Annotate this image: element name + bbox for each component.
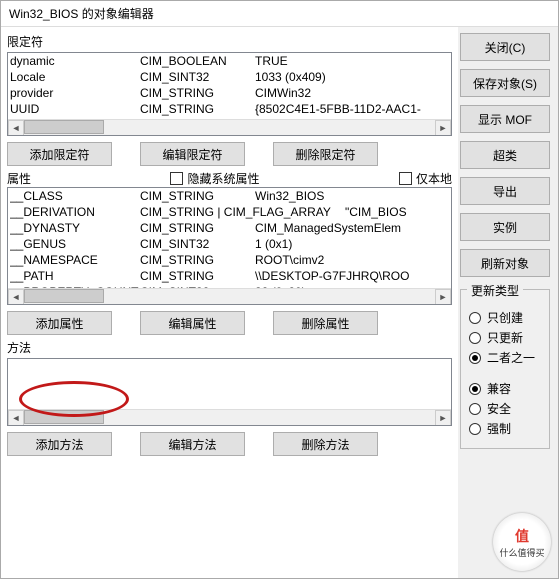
hide-system-label: 隐藏系统属性 [187,170,259,187]
properties-label: 属性 [7,170,31,187]
hide-system-checkbox[interactable] [170,172,183,185]
table-row[interactable]: __PATHCIM_STRING\\DESKTOP-G7FJHRQ\ROO [8,268,451,284]
scroll-left-icon[interactable]: ◄ [8,410,24,426]
table-row[interactable]: __DERIVATIONCIM_STRING | CIM_FLAG_ARRAY"… [8,204,451,220]
add-qualifier-button[interactable]: 添加限定符 [7,142,112,166]
table-row[interactable]: __NAMESPACECIM_STRINGROOT\cimv2 [8,252,451,268]
instance-button[interactable]: 实例 [460,213,550,241]
table-row[interactable]: LocaleCIM_SINT321033 (0x409) [8,69,451,85]
delete-qualifier-button[interactable]: 删除限定符 [273,142,378,166]
object-editor-window: Win32_BIOS 的对象编辑器 限定符 dynamicCIM_BOOLEAN… [0,0,559,579]
scroll-left-icon[interactable]: ◄ [8,120,24,136]
table-row[interactable]: __CLASSCIM_STRINGWin32_BIOS [8,188,451,204]
window-title: Win32_BIOS 的对象编辑器 [1,1,558,26]
methods-label: 方法 [7,339,452,356]
add-property-button[interactable]: 添加属性 [7,311,112,335]
qualifiers-label: 限定符 [7,33,452,50]
export-button[interactable]: 导出 [460,177,550,205]
edit-method-button[interactable]: 编辑方法 [140,432,245,456]
scroll-left-icon[interactable]: ◄ [8,289,24,305]
refresh-object-button[interactable]: 刷新对象 [460,249,550,277]
local-only-checkbox[interactable] [399,172,412,185]
scroll-right-icon[interactable]: ► [435,410,451,426]
methods-list[interactable]: ◄ ► [7,358,452,426]
edit-property-button[interactable]: 编辑属性 [140,311,245,335]
radio-create-only[interactable]: 只创建 [469,309,541,326]
methods-hscroll[interactable]: ◄ ► [8,409,451,425]
side-panel: 关闭(C) 保存对象(S) 显示 MOF 超类 导出 实例 刷新对象 更新类型 … [458,27,558,578]
qualifiers-list[interactable]: dynamicCIM_BOOLEANTRUE LocaleCIM_SINT321… [7,52,452,136]
edit-qualifier-button[interactable]: 编辑限定符 [140,142,245,166]
table-row[interactable]: providerCIM_STRINGCIMWin32 [8,85,451,101]
table-row[interactable]: dynamicCIM_BOOLEANTRUE [8,53,451,69]
close-button[interactable]: 关闭(C) [460,33,550,61]
main-panel: 限定符 dynamicCIM_BOOLEANTRUE LocaleCIM_SIN… [1,27,458,578]
add-method-button[interactable]: 添加方法 [7,432,112,456]
radio-either[interactable]: 二者之一 [469,349,541,366]
show-mof-button[interactable]: 显示 MOF [460,105,550,133]
superclass-button[interactable]: 超类 [460,141,550,169]
qualifiers-hscroll[interactable]: ◄ ► [8,119,451,135]
properties-header: 属性 隐藏系统属性 仅本地 [7,170,452,187]
scroll-right-icon[interactable]: ► [435,120,451,136]
table-row[interactable]: UUIDCIM_STRING{8502C4E1-5FBB-11D2-AAC1- [8,101,451,117]
update-type-group: 更新类型 只创建 只更新 二者之一 兼容 安全 强制 [460,289,550,449]
table-row[interactable]: __GENUSCIM_SINT321 (0x1) [8,236,451,252]
radio-update-only[interactable]: 只更新 [469,329,541,346]
delete-property-button[interactable]: 删除属性 [273,311,378,335]
window-body: 限定符 dynamicCIM_BOOLEANTRUE LocaleCIM_SIN… [1,26,558,578]
local-only-label: 仅本地 [416,170,452,187]
update-type-label: 更新类型 [467,282,523,299]
radio-compatible[interactable]: 兼容 [469,380,541,397]
radio-force[interactable]: 强制 [469,420,541,437]
properties-hscroll[interactable]: ◄ ► [8,288,451,304]
table-row[interactable]: __DYNASTYCIM_STRINGCIM_ManagedSystemElem [8,220,451,236]
properties-list[interactable]: __CLASSCIM_STRINGWin32_BIOS __DERIVATION… [7,187,452,305]
scroll-right-icon[interactable]: ► [435,289,451,305]
radio-safe[interactable]: 安全 [469,400,541,417]
save-object-button[interactable]: 保存对象(S) [460,69,550,97]
delete-method-button[interactable]: 删除方法 [273,432,378,456]
